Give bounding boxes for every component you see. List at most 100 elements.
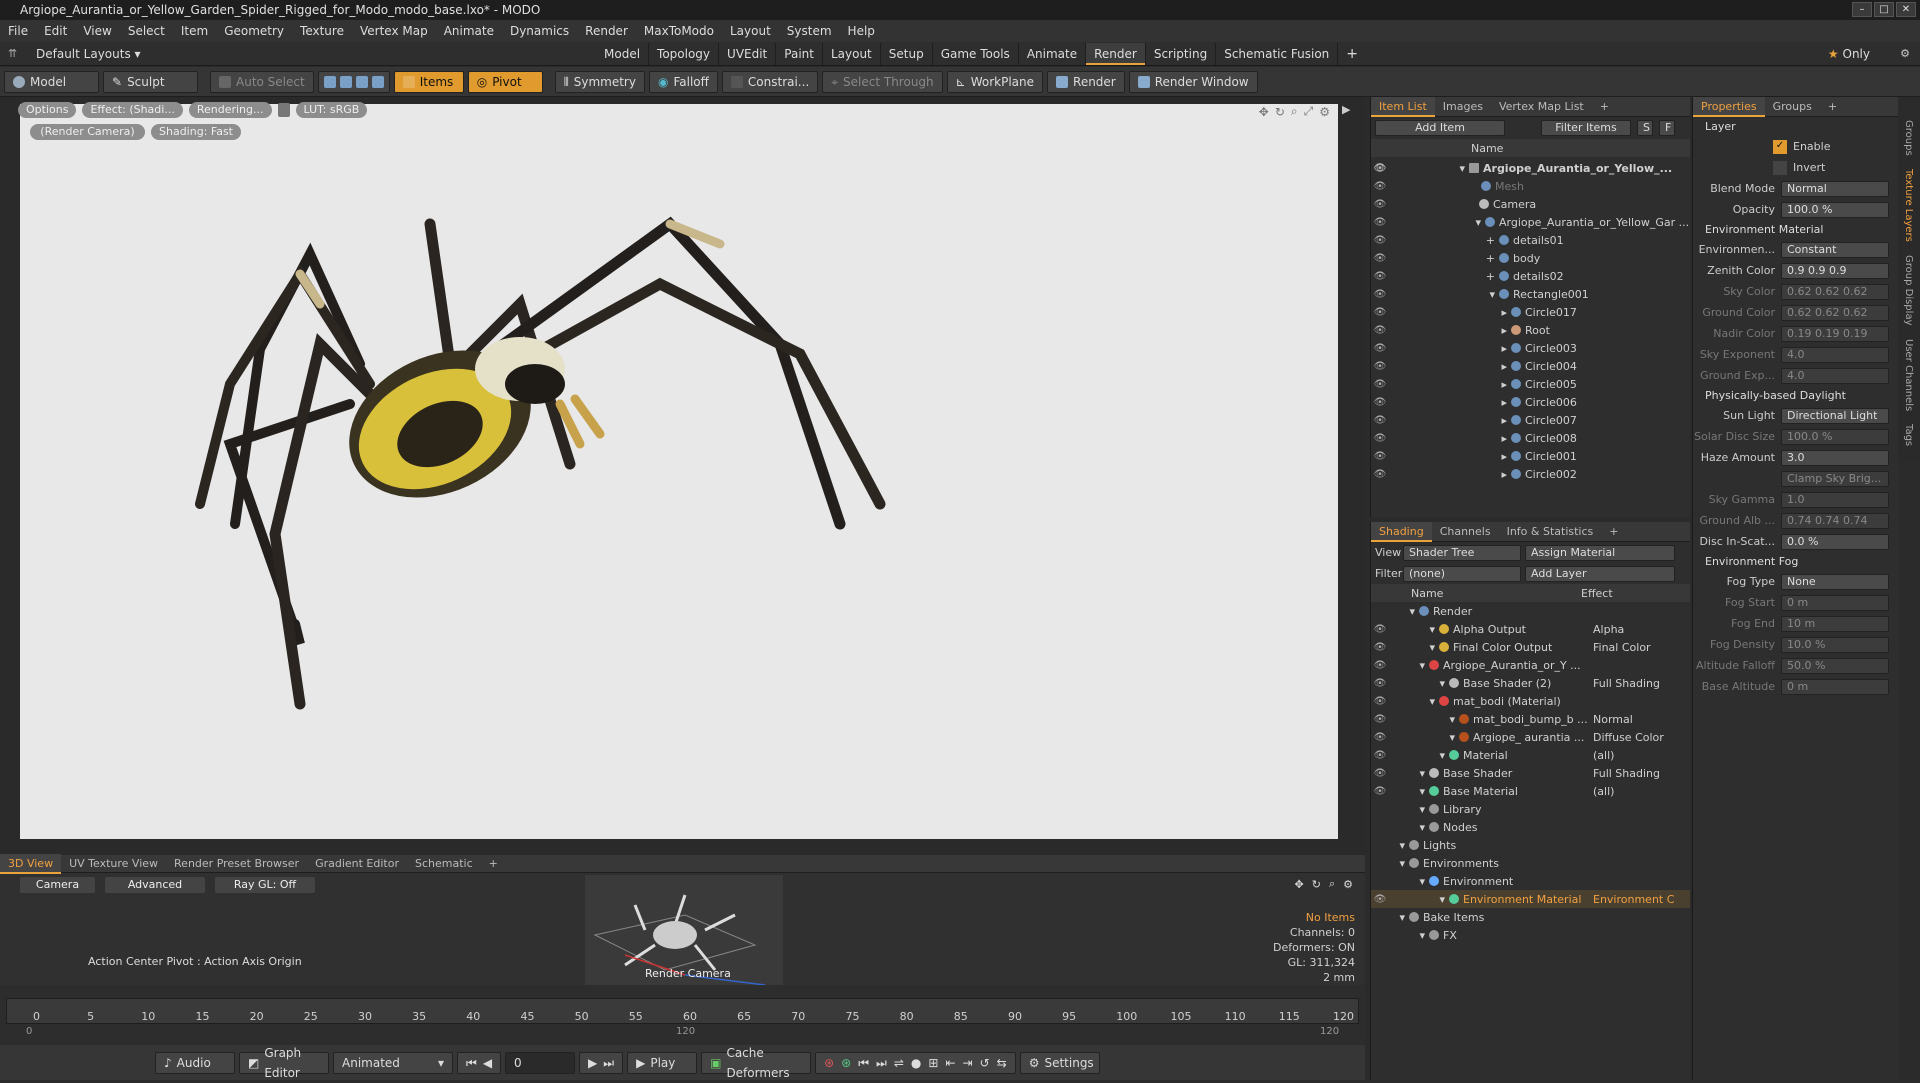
add-item-dropdown[interactable]: Add Item xyxy=(1375,120,1505,136)
expand-icon[interactable]: ▾ xyxy=(1389,677,1449,690)
lut-icon[interactable] xyxy=(277,103,290,117)
eye-icon[interactable]: 👁 xyxy=(1371,415,1389,426)
symmetry-button[interactable]: ⫴ Symmetry xyxy=(554,70,645,93)
cache-deformers-button[interactable]: ▣ Cache Deformers xyxy=(701,1046,812,1080)
expand-icon[interactable]: ▾ xyxy=(1389,623,1439,636)
tab-shading[interactable]: Shading xyxy=(1371,521,1432,542)
tab-animate[interactable]: Animate xyxy=(1019,42,1087,65)
expand-icon[interactable]: ▾ xyxy=(1389,911,1409,924)
maximize-view-icon[interactable]: ⤢ xyxy=(1304,104,1314,119)
property-value[interactable]: 0.0 % xyxy=(1781,533,1889,550)
property-value[interactable]: 0.9 0.9 0.9 xyxy=(1781,262,1889,279)
property-value[interactable]: 0 m xyxy=(1781,678,1889,695)
tab-schematic-fusion[interactable]: Schematic Fusion xyxy=(1216,42,1339,65)
expand-icon[interactable]: ▸ xyxy=(1389,324,1511,337)
menu-help[interactable]: Help xyxy=(840,20,883,42)
menu-layout[interactable]: Layout xyxy=(722,20,779,42)
layer-effect[interactable]: Alpha xyxy=(1593,623,1675,636)
filter-f-button[interactable]: F xyxy=(1659,120,1675,136)
eye-icon[interactable]: 👁 xyxy=(1371,289,1389,300)
maximize-button[interactable]: □ xyxy=(1874,2,1894,17)
side-tab-texture-layers[interactable]: Texture Layers xyxy=(1903,169,1914,242)
tab-model[interactable]: Model xyxy=(596,42,650,65)
property-value[interactable]: 0.62 0.62 0.62 xyxy=(1781,304,1889,321)
workplane-button[interactable]: ⊾ WorkPlane xyxy=(946,70,1044,93)
add-tab-icon[interactable]: + xyxy=(481,854,506,874)
tree-row[interactable]: 👁 ▸ Circle007 xyxy=(1371,411,1690,429)
menu-vertex-map[interactable]: Vertex Map xyxy=(352,20,436,42)
tree-row[interactable]: 👁 ▾ Argiope_Aurantia_or_Yellow_... xyxy=(1371,159,1690,177)
camera-dropdown[interactable]: Camera xyxy=(20,877,95,893)
render-button[interactable]: Render xyxy=(1047,70,1125,93)
play-button[interactable]: ▶ Play xyxy=(627,1051,698,1074)
layer-effect[interactable]: Full Shading xyxy=(1593,767,1675,780)
eye-icon[interactable]: 👁 xyxy=(1371,163,1389,174)
skip-start-icon[interactable]: ⏮ xyxy=(466,1053,477,1073)
expand-icon[interactable]: ▸ xyxy=(1389,396,1511,409)
expand-icon[interactable]: ▾ xyxy=(1389,695,1439,708)
viewport-shading-dropdown[interactable]: Shading: Fast xyxy=(151,124,241,140)
eye-icon[interactable]: 👁 xyxy=(1371,271,1389,282)
shader-tree-row[interactable]: 👁 ▾ mat_bodi_bump_b ... Normal xyxy=(1371,710,1690,728)
checkbox-icon[interactable] xyxy=(1773,160,1787,175)
viewport-rendering-dropdown[interactable]: Rendering... xyxy=(188,102,272,118)
step-forward-icon[interactable]: ▶ xyxy=(588,1053,597,1073)
tab-scripting[interactable]: Scripting xyxy=(1146,42,1217,65)
property-value[interactable]: 0 m xyxy=(1781,594,1889,611)
record-key-icon[interactable]: ⊛ xyxy=(824,1053,834,1073)
shader-tree-row[interactable]: ▾ Render xyxy=(1371,602,1690,620)
menu-system[interactable]: System xyxy=(779,20,840,42)
tree-row[interactable]: 👁 ▸ Circle001 xyxy=(1371,447,1690,465)
property-value[interactable]: 100.0 % xyxy=(1781,201,1889,218)
tree-row[interactable]: 👁 ▸ Root xyxy=(1371,321,1690,339)
shader-tree-row[interactable]: ▾ Bake Items xyxy=(1371,908,1690,926)
view-dropdown[interactable]: Shader Tree xyxy=(1403,544,1521,561)
tab-item-list[interactable]: Item List xyxy=(1371,96,1435,117)
tab-groups[interactable]: Groups xyxy=(1765,97,1820,117)
only-toggle[interactable]: ★ Only xyxy=(1828,47,1870,61)
gear-icon[interactable]: ⚙ xyxy=(1343,878,1353,891)
eye-icon[interactable]: 👁 xyxy=(1371,433,1389,444)
side-tab-groups[interactable]: Groups xyxy=(1903,120,1914,156)
assign-material-button[interactable]: Assign Material xyxy=(1525,544,1675,561)
shader-tree-row[interactable]: ▾ Lights xyxy=(1371,836,1690,854)
tab-setup[interactable]: Setup xyxy=(881,42,933,65)
expand-icon[interactable]: ▸ xyxy=(1389,306,1511,319)
add-tab-icon[interactable]: + xyxy=(1601,522,1626,542)
material-mode-icon[interactable] xyxy=(371,75,384,88)
tab-render-preset-browser[interactable]: Render Preset Browser xyxy=(166,854,307,874)
animated-dropdown[interactable]: Animated ▾ xyxy=(333,1051,453,1074)
filter-dropdown[interactable]: (none) xyxy=(1403,565,1521,582)
property-value[interactable]: 4.0 xyxy=(1781,367,1889,384)
tree-row[interactable]: 👁 ▸ Circle002 xyxy=(1371,465,1690,483)
shader-tree-row[interactable]: 👁 ▾ Base Shader (2) Full Shading xyxy=(1371,674,1690,692)
property-section[interactable]: Environment Fog xyxy=(1693,552,1898,571)
expand-icon[interactable]: ▾ xyxy=(1389,767,1429,780)
move-view-icon[interactable]: ✥ xyxy=(1259,105,1269,119)
expand-icon[interactable]: + xyxy=(1389,270,1499,283)
mini-3d-view[interactable]: Render Camera xyxy=(585,875,783,986)
gear-icon[interactable]: ⚙ xyxy=(1319,105,1330,119)
layer-effect[interactable]: Environment Co... xyxy=(1593,893,1675,906)
eye-icon[interactable]: 👁 xyxy=(1371,894,1389,905)
tree-row[interactable]: 👁 + details01 xyxy=(1371,231,1690,249)
property-value[interactable]: None xyxy=(1781,573,1889,590)
property-section[interactable]: Physically-based Daylight xyxy=(1693,386,1898,405)
shader-tree-row[interactable]: 👁 ▾ Argiope_ aurantia ... Diffuse Color xyxy=(1371,728,1690,746)
eye-icon[interactable]: 👁 xyxy=(1371,624,1389,635)
rotate-view-icon[interactable]: ↻ xyxy=(1275,105,1285,119)
model-mode-button[interactable]: Model xyxy=(4,70,99,93)
zoom-view-icon[interactable]: ⌕ xyxy=(1329,877,1335,891)
expand-icon[interactable]: + xyxy=(1389,234,1499,247)
filter-items-input[interactable]: Filter Items xyxy=(1541,120,1631,136)
3d-viewport[interactable]: Options Effect: (Shadi... Rendering... L… xyxy=(18,102,1338,839)
layer-section[interactable]: Layer xyxy=(1693,117,1898,136)
expand-icon[interactable]: ▸ xyxy=(1389,450,1511,463)
tab-uvedit[interactable]: UVEdit xyxy=(719,42,777,65)
eye-icon[interactable]: 👁 xyxy=(1371,642,1389,653)
graph-editor-button[interactable]: ◩ Graph Editor xyxy=(239,1046,329,1080)
add-tab-icon[interactable]: + xyxy=(1592,97,1617,117)
key-channels-icon[interactable]: ⊞ xyxy=(928,1053,938,1073)
advanced-dropdown[interactable]: Advanced xyxy=(105,877,205,893)
rotate-view-icon[interactable]: ↻ xyxy=(1312,878,1321,891)
